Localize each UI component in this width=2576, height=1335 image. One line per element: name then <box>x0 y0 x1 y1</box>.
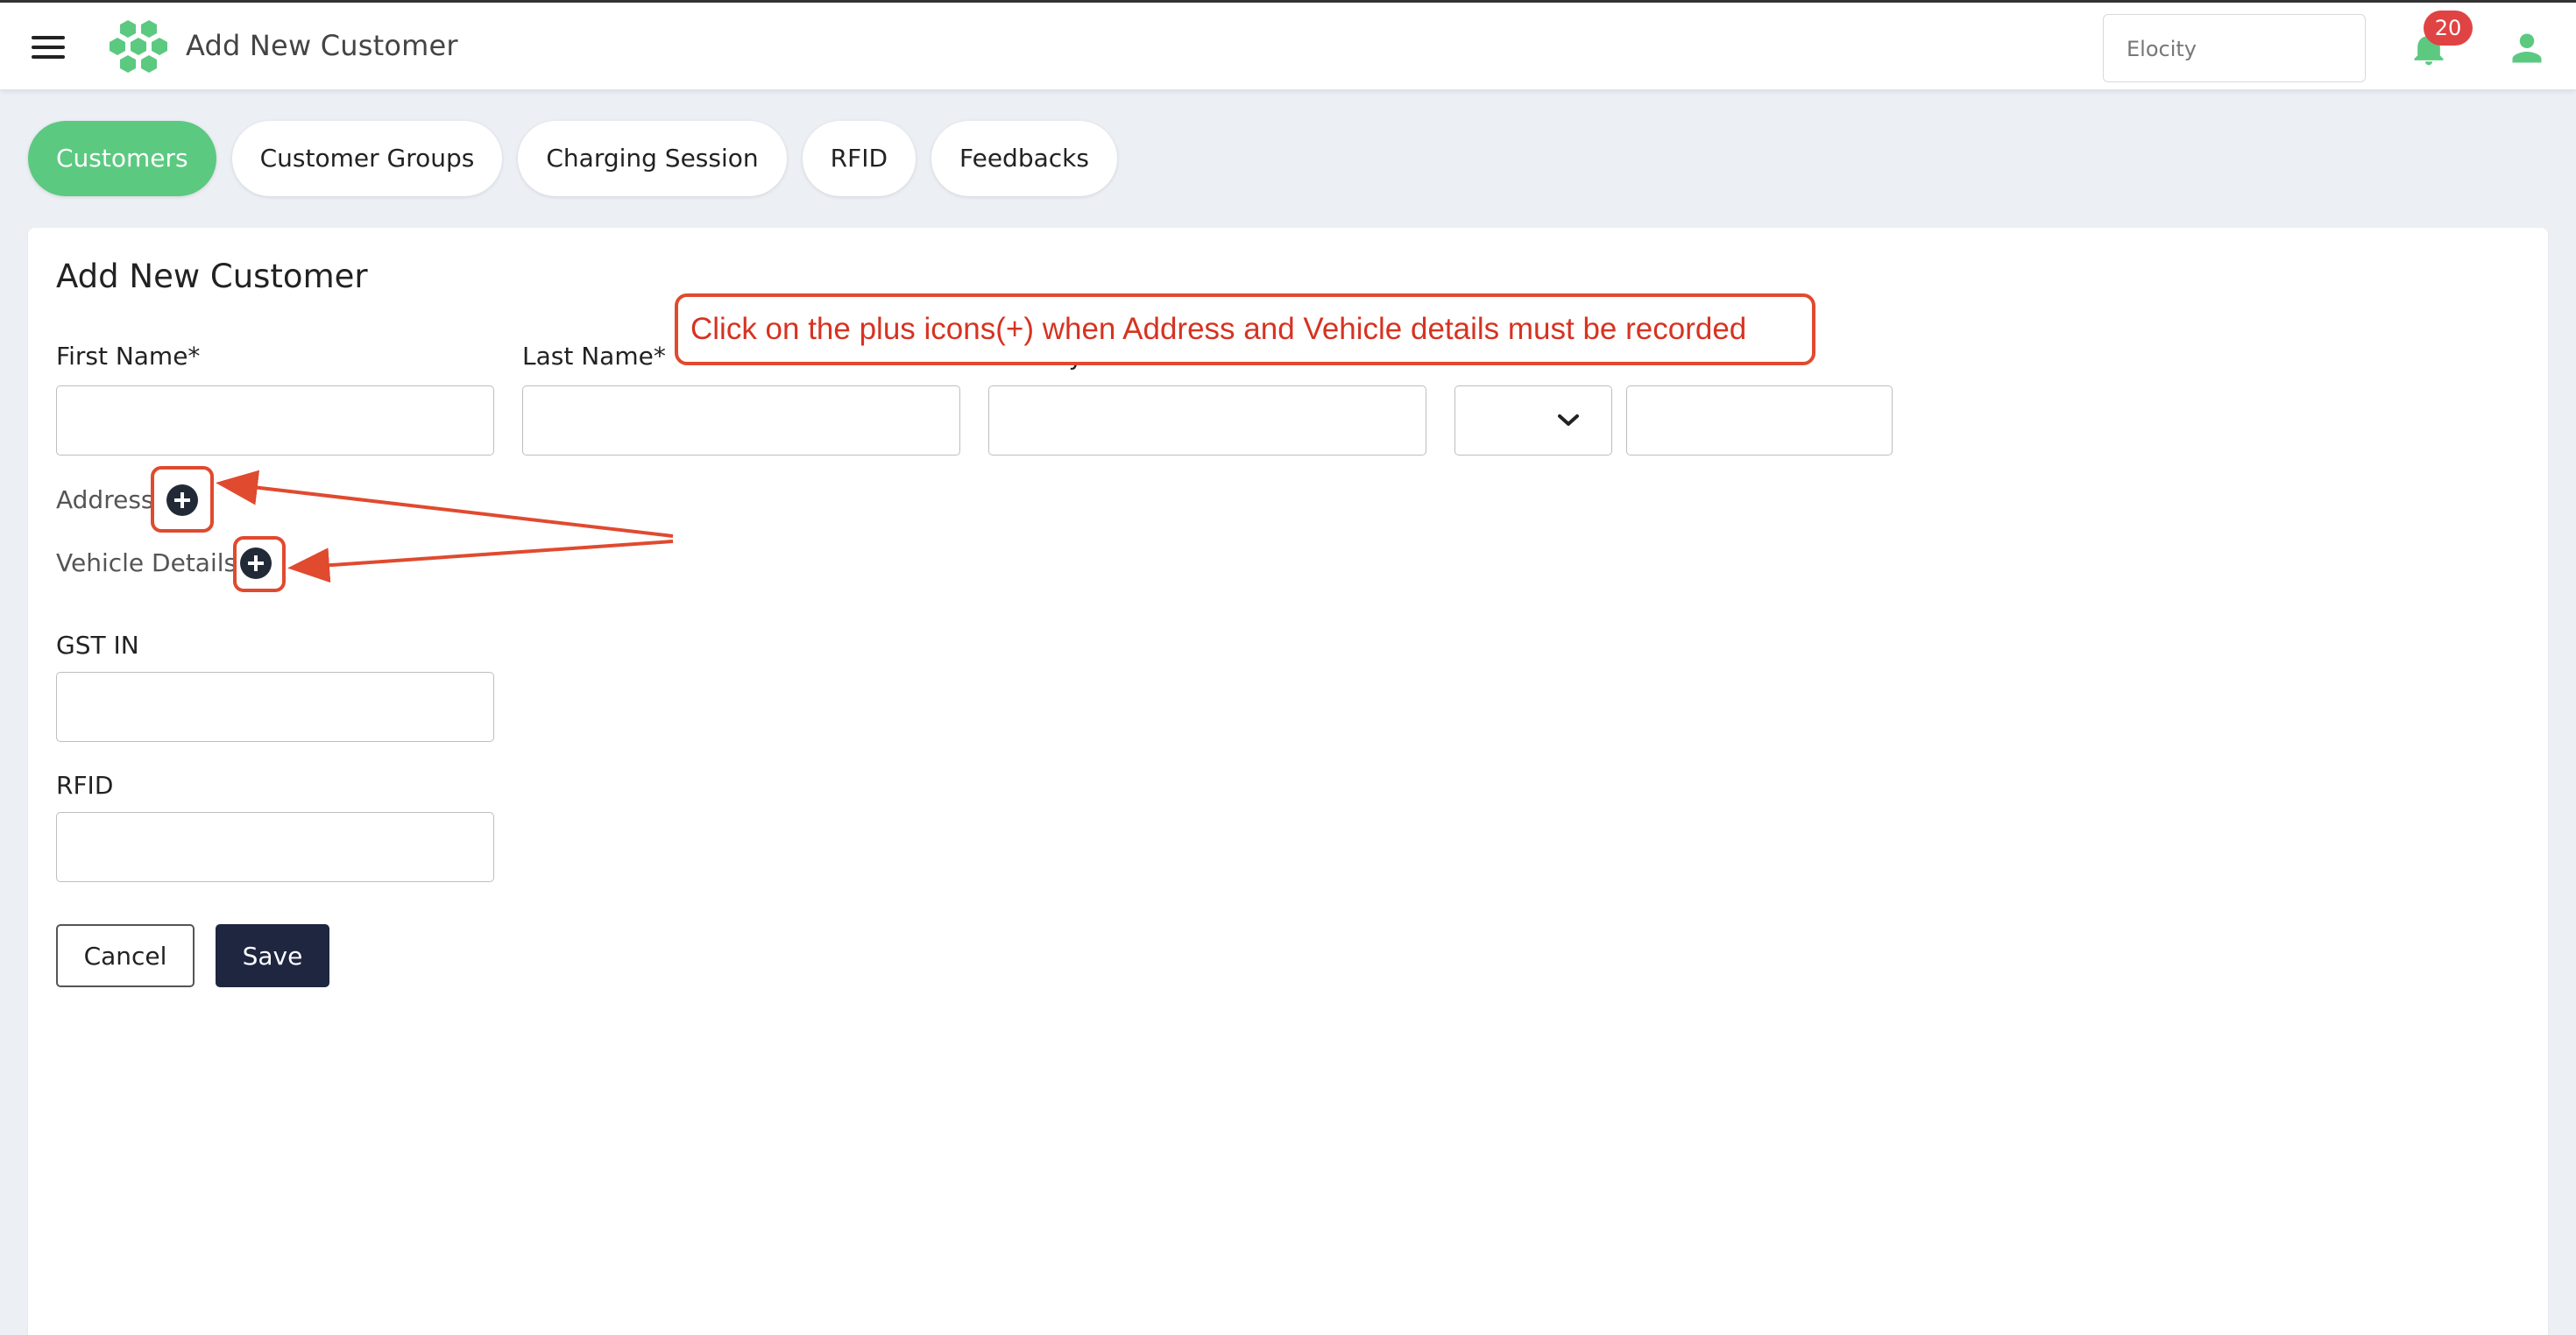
gst-in-label: GST IN <box>56 631 139 660</box>
address-highlight-box <box>151 466 214 533</box>
rfid-label: RFID <box>56 771 114 800</box>
organization-selector[interactable]: Elocity <box>2103 14 2366 82</box>
app-title: Add New Customer <box>186 29 458 62</box>
contact-number-input[interactable] <box>1626 385 1893 456</box>
chevron-down-icon <box>1558 414 1579 426</box>
primary-email-input[interactable] <box>988 385 1426 456</box>
cancel-button[interactable]: Cancel <box>56 924 195 987</box>
section-tabs: Customers Customer Groups Charging Sessi… <box>28 121 1117 196</box>
vehicle-details-highlight-box <box>233 536 286 592</box>
instruction-callout: Click on the plus icons(+) when Address … <box>675 293 1815 365</box>
form-title: Add New Customer <box>56 258 368 295</box>
menu-icon[interactable] <box>32 34 65 60</box>
add-customer-form-card: Add New Customer First Name* Last Name* … <box>28 228 2548 1335</box>
top-app-bar: Add New Customer Elocity 20 <box>0 0 2576 89</box>
tab-feedbacks[interactable]: Feedbacks <box>931 121 1117 196</box>
tab-rfid[interactable]: RFID <box>802 121 916 196</box>
vehicle-details-label: Vehicle Details <box>56 548 237 577</box>
gst-in-input[interactable] <box>56 672 494 742</box>
last-name-input[interactable] <box>522 385 960 456</box>
country-code-select[interactable] <box>1454 385 1612 456</box>
tab-customers[interactable]: Customers <box>28 121 216 196</box>
tab-customer-groups[interactable]: Customer Groups <box>231 121 503 196</box>
last-name-label: Last Name* <box>522 342 666 371</box>
tab-charging-session[interactable]: Charging Session <box>518 121 787 196</box>
save-button[interactable]: Save <box>216 924 329 987</box>
first-name-input[interactable] <box>56 385 494 456</box>
first-name-label: First Name* <box>56 342 201 371</box>
hexagon-logo-icon <box>110 20 167 73</box>
address-label: Address <box>56 485 154 514</box>
notification-count-badge: 20 <box>2424 11 2473 46</box>
user-account-icon[interactable] <box>2508 29 2546 67</box>
rfid-input[interactable] <box>56 812 494 882</box>
